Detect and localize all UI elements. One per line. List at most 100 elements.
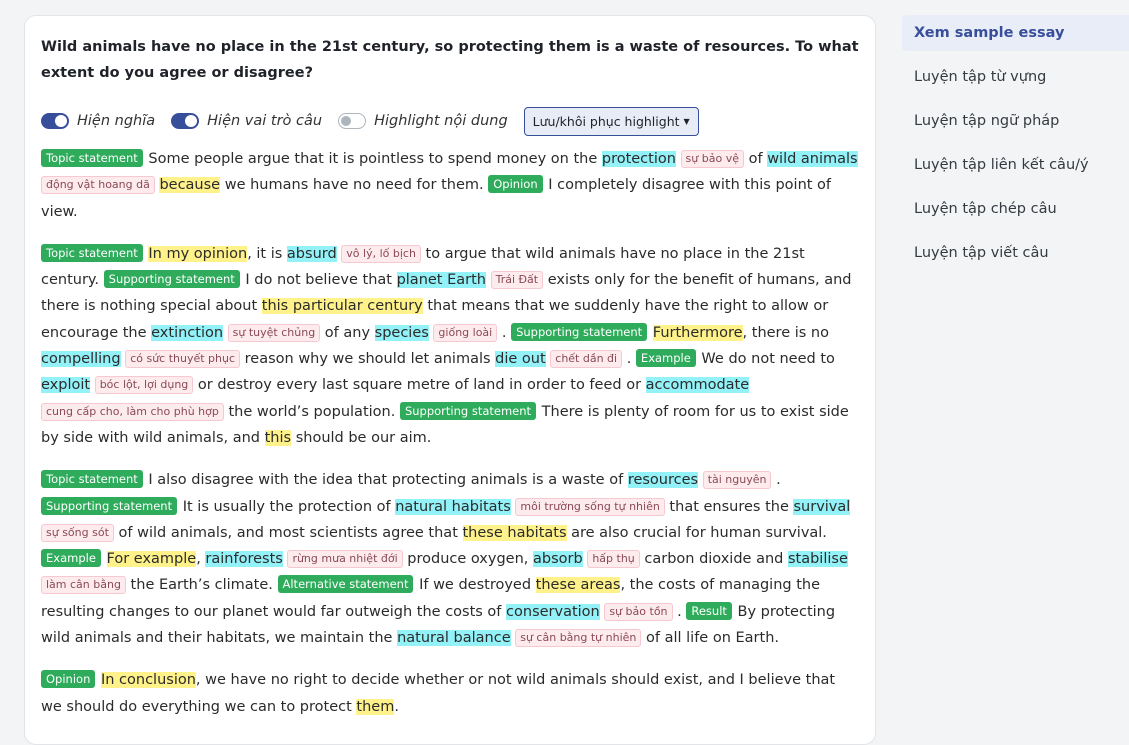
meaning-tag: Trái Đất bbox=[490, 271, 544, 290]
essay-paragraph: Topic statement Some people argue that i… bbox=[41, 146, 859, 225]
essay-text: are also crucial for human survival. bbox=[566, 524, 827, 541]
essay-text: , it is bbox=[247, 245, 287, 262]
essay-text: we humans have no need for them. bbox=[220, 177, 489, 194]
sidebar-item-label: Luyện tập ngữ pháp bbox=[914, 113, 1060, 129]
linking-phrase-highlight[interactable]: them bbox=[356, 698, 395, 715]
meaning-tag: tài nguyên bbox=[702, 471, 772, 490]
essay-text: We do not need to bbox=[696, 351, 835, 368]
meaning-tag: có sức thuyết phục bbox=[125, 350, 241, 369]
vocabulary-highlight[interactable]: stabilise bbox=[787, 551, 848, 568]
essay-text: Some people argue that it is pointless t… bbox=[143, 151, 602, 167]
vocabulary-highlight[interactable]: conservation bbox=[506, 603, 600, 620]
essay-text: of any bbox=[320, 324, 375, 341]
essay-text: of all life on Earth. bbox=[641, 630, 779, 647]
vocabulary-highlight[interactable]: natural balance bbox=[397, 630, 511, 647]
sentence-role-badge: Supporting statement bbox=[103, 270, 240, 289]
essay-text: produce oxygen, bbox=[402, 551, 534, 568]
sidebar-item-label: Luyện tập liên kết câu/ý bbox=[914, 157, 1089, 173]
sentence-role-badge: Result bbox=[686, 601, 732, 620]
sidebar-item-copy-sentences[interactable]: Luyện tập chép câu bbox=[902, 191, 1129, 227]
meaning-tag: giống loài bbox=[433, 323, 498, 342]
toggle-label: Hiện nghĩa bbox=[77, 113, 156, 129]
sidebar-item-cohesion[interactable]: Luyện tập liên kết câu/ý bbox=[902, 147, 1129, 183]
toggle-show-meaning[interactable]: Hiện nghĩa bbox=[41, 113, 155, 129]
essay-text bbox=[676, 151, 681, 167]
meaning-tag: bóc lột, lợi dụng bbox=[94, 376, 194, 395]
sentence-role-badge: Supporting statement bbox=[399, 401, 537, 420]
vocabulary-highlight[interactable]: natural habitats bbox=[395, 498, 511, 515]
essay-text: It is usually the protection of bbox=[178, 498, 396, 515]
essay-paragraph: Topic statement In my opinion, it is abs… bbox=[41, 241, 859, 451]
essay-toolbar: Hiện nghĩa Hiện vai trò câu Highlight nộ… bbox=[41, 106, 859, 136]
sidebar-item-label: Luyện tập chép câu bbox=[914, 201, 1057, 217]
sentence-role-badge: Alternative statement bbox=[277, 575, 414, 594]
vocabulary-highlight[interactable]: rainforests bbox=[205, 551, 283, 568]
toggle-switch[interactable] bbox=[338, 113, 367, 129]
vocabulary-highlight[interactable]: die out bbox=[495, 351, 546, 368]
sidebar-item-grammar[interactable]: Luyện tập ngữ pháp bbox=[902, 103, 1129, 139]
essay-text: should be our aim. bbox=[291, 429, 432, 446]
vocabulary-highlight[interactable]: accommodate bbox=[645, 377, 750, 394]
sentence-role-badge: Topic statement bbox=[41, 149, 143, 167]
vocabulary-highlight[interactable]: absurd bbox=[286, 245, 337, 262]
essay-text: . bbox=[672, 603, 687, 620]
vocabulary-highlight[interactable]: exploit bbox=[41, 377, 91, 394]
essay-text bbox=[90, 377, 95, 393]
sidebar-item-label: Xem sample essay bbox=[914, 25, 1065, 41]
linking-phrase-highlight[interactable]: because bbox=[159, 177, 221, 194]
essay-text: If we destroyed bbox=[414, 577, 536, 594]
vocabulary-highlight[interactable]: survival bbox=[793, 498, 851, 515]
save-restore-highlight-button[interactable]: Lưu/khôi phục highlight ▼ bbox=[523, 106, 699, 136]
essay-body: Topic statement Some people argue that i… bbox=[41, 146, 859, 720]
vocabulary-highlight[interactable]: compelling bbox=[41, 351, 121, 368]
linking-phrase-highlight[interactable]: For example bbox=[106, 551, 197, 568]
linking-phrase-highlight[interactable]: this particular century bbox=[261, 298, 423, 315]
essay-text: I do not believe that bbox=[240, 272, 397, 289]
sidebar-item-sample-essay[interactable]: Xem sample essay bbox=[902, 15, 1129, 51]
meaning-tag: sự bảo tồn bbox=[604, 602, 673, 621]
essay-card: Wild animals have no place in the 21st c… bbox=[24, 15, 876, 745]
essay-text: or destroy every last square metre of la… bbox=[193, 377, 646, 394]
vocabulary-highlight[interactable]: extinction bbox=[151, 324, 224, 341]
sidebar-item-write-sentences[interactable]: Luyện tập viết câu bbox=[902, 235, 1129, 271]
vocabulary-highlight[interactable]: protection bbox=[601, 151, 676, 167]
essay-text: , there is no bbox=[742, 324, 829, 341]
toggle-switch[interactable] bbox=[41, 113, 69, 129]
vocabulary-highlight[interactable]: species bbox=[374, 324, 429, 341]
meaning-tag: sự bảo vệ bbox=[680, 150, 744, 168]
essay-paragraph: Topic statement I also disagree with the… bbox=[41, 467, 859, 651]
button-label: Lưu/khôi phục highlight bbox=[532, 113, 680, 129]
essay-text: that ensures the bbox=[664, 498, 794, 515]
vocabulary-highlight[interactable]: resources bbox=[627, 472, 699, 489]
caret-down-icon: ▼ bbox=[683, 116, 690, 126]
linking-phrase-highlight[interactable]: these areas bbox=[535, 577, 621, 594]
meaning-tag: sự tuyệt chủng bbox=[227, 323, 321, 342]
essay-question: Wild animals have no place in the 21st c… bbox=[41, 39, 859, 81]
toggle-highlight-content[interactable]: Highlight nội dung bbox=[338, 113, 508, 129]
sidebar-item-vocabulary[interactable]: Luyện tập từ vựng bbox=[902, 59, 1129, 95]
sidebar-item-label: Luyện tập viết câu bbox=[914, 245, 1049, 261]
linking-phrase-highlight[interactable]: these habitats bbox=[462, 524, 567, 541]
linking-phrase-highlight[interactable]: this bbox=[264, 429, 292, 446]
vocabulary-highlight[interactable]: planet Earth bbox=[396, 272, 486, 289]
essay-text: of bbox=[743, 151, 768, 167]
vocabulary-highlight[interactable]: absorb bbox=[533, 551, 583, 568]
meaning-tag: chết dần đi bbox=[550, 350, 623, 369]
essay-paragraph: Opinion In conclusion, we have no right … bbox=[41, 667, 859, 720]
linking-phrase-highlight[interactable]: Furthermore bbox=[652, 324, 743, 341]
essay-text bbox=[486, 272, 491, 288]
meaning-tag: làm cân bằng bbox=[41, 576, 126, 595]
meaning-tag: vô lý, lố bịch bbox=[341, 244, 421, 263]
linking-phrase-highlight[interactable]: In conclusion bbox=[100, 672, 196, 689]
vocabulary-highlight[interactable]: wild animals bbox=[767, 151, 858, 167]
linking-phrase-highlight[interactable]: In my opinion bbox=[148, 245, 248, 262]
meaning-tag: sự sống sót bbox=[41, 523, 114, 542]
essay-text: . bbox=[771, 472, 781, 489]
sentence-role-badge: Opinion bbox=[41, 670, 96, 689]
sentence-role-badge: Example bbox=[635, 349, 696, 368]
toggle-show-sentence-role[interactable]: Hiện vai trò câu bbox=[171, 113, 322, 129]
meaning-tag: môi trường sống tự nhiên bbox=[515, 497, 665, 516]
toggle-switch[interactable] bbox=[171, 113, 200, 129]
sentence-role-badge: Topic statement bbox=[41, 243, 143, 262]
toggle-label: Highlight nội dung bbox=[374, 113, 508, 129]
